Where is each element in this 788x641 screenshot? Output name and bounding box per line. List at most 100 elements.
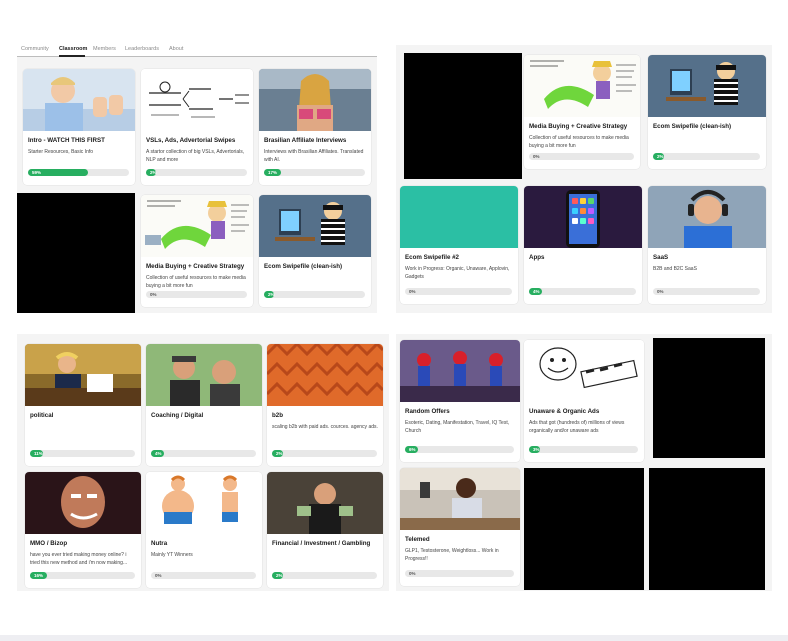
progress-bar: 0% [405, 288, 512, 295]
progress-label: 0% [150, 292, 157, 297]
course-card[interactable]: Ecom Swipefile #2 Work in Progress: Orga… [400, 186, 518, 304]
course-description: B2B and B2C SaaS [653, 266, 697, 272]
progress-label: 2% [268, 292, 275, 297]
progress-bar: 0% [405, 570, 514, 577]
redacted-block [17, 193, 135, 313]
course-description: have you ever tried making money online?… [30, 552, 128, 566]
progress-bar: 6% [405, 446, 514, 453]
tab-classroom[interactable]: Classroom [59, 46, 87, 52]
progress-label: 3% [533, 447, 540, 452]
progress-label: 2% [276, 573, 283, 578]
course-card[interactable]: Financial / Investment / Gambling 2% [267, 472, 383, 588]
progress-label: 0% [409, 289, 416, 294]
progress-label: 17% [268, 170, 278, 175]
classroom-panel-4: Random Offers Esoteric, Dating, Manifest… [396, 334, 772, 591]
course-title: political [30, 412, 54, 419]
tab-members[interactable]: Members [93, 46, 116, 52]
course-card[interactable]: Media Buying + Creative Strategy Collect… [524, 55, 640, 169]
course-title: Intro - WATCH THIS FIRST [28, 137, 105, 144]
progress-bar: 2% [272, 450, 377, 457]
progress-bar: 2% [146, 169, 247, 176]
course-card[interactable]: b2b scaling b2b with paid ads. cources. … [267, 344, 383, 466]
course-description: Work in Progress: Organic, Unaware, Appl… [405, 266, 510, 280]
course-thumbnail [267, 472, 383, 534]
progress-label: 6% [409, 447, 416, 452]
course-title: VSLs, Ads, Advertorial Swipes [146, 137, 236, 144]
progress-bar: 3% [529, 446, 638, 453]
course-title: Unaware & Organic Ads [529, 408, 600, 415]
course-thumbnail [648, 186, 766, 248]
course-thumbnail [524, 55, 640, 117]
course-card[interactable]: MMO / Bizop have you ever tried making m… [25, 472, 141, 588]
course-title: Ecom Swipefile (clean-ish) [653, 123, 732, 130]
tab-about[interactable]: About [169, 46, 183, 52]
classroom-panel-3: political 11% Coaching / Digital 4% b2b … [17, 334, 389, 591]
redacted-block [649, 468, 765, 590]
course-card[interactable]: Brasilian Affiliate Interviews Interview… [259, 69, 371, 185]
course-title: Media Buying + Creative Strategy [529, 123, 628, 130]
course-description: Esoteric, Dating, Manifestation, Travel,… [405, 420, 510, 434]
course-description: scaling b2b with paid ads. cources. agen… [272, 424, 378, 430]
course-thumbnail [141, 69, 253, 131]
redacted-block [404, 53, 522, 179]
course-title: Ecom Swipefile (clean-ish) [264, 263, 343, 270]
course-card[interactable]: VSLs, Ads, Advertorial Swipes A startor … [141, 69, 253, 185]
course-card[interactable]: Unaware & Organic Ads Ads that got (hund… [524, 340, 644, 462]
course-thumbnail [25, 344, 141, 406]
course-card[interactable]: political 11% [25, 344, 141, 466]
progress-bar: 0% [146, 291, 247, 298]
course-card[interactable]: Nutra Mainly YT Winners 0% [146, 472, 262, 588]
classroom-panel-1: Community Classroom Members Leaderboards… [17, 45, 377, 313]
course-title: b2b [272, 412, 284, 419]
course-card[interactable]: Coaching / Digital 4% [146, 344, 262, 466]
course-card[interactable]: Ecom Swipefile (clean-ish) 2% [259, 195, 371, 307]
classroom-panel-2: Media Buying + Creative Strategy Collect… [396, 45, 772, 313]
course-description: Collection of useful resources to make m… [529, 135, 629, 149]
course-description: A startor collection of big VSLs, Advert… [146, 149, 245, 163]
progress-label: 0% [155, 573, 162, 578]
course-thumbnail [146, 344, 262, 406]
progress-label: 0% [409, 571, 416, 576]
progress-bar: 2% [653, 153, 760, 160]
course-title: Coaching / Digital [151, 412, 204, 419]
active-tab-indicator [59, 55, 85, 57]
course-card[interactable]: Random Offers Esoteric, Dating, Manifest… [400, 340, 520, 462]
course-card[interactable]: Media Buying + Creative Strategy Collect… [141, 195, 253, 307]
course-description: Starter Resources, Basic Info [28, 149, 94, 155]
progress-bar: 2% [264, 291, 365, 298]
progress-label: 2% [657, 154, 664, 159]
course-card[interactable]: Apps 4% [524, 186, 642, 304]
course-title: Apps [529, 254, 545, 261]
course-thumbnail [23, 69, 135, 131]
course-thumbnail [259, 195, 371, 257]
progress-label: 11% [34, 451, 43, 456]
progress-label: 59% [32, 170, 42, 175]
course-thumbnail [648, 55, 766, 117]
tab-community[interactable]: Community [21, 46, 49, 52]
course-card[interactable]: Intro - WATCH THIS FIRST Starter Resourc… [23, 69, 135, 185]
course-thumbnail [400, 186, 518, 248]
course-thumbnail [524, 186, 642, 248]
progress-bar: 16% [30, 572, 135, 579]
course-thumbnail [267, 344, 383, 406]
redacted-block [524, 468, 644, 590]
progress-label: 16% [34, 573, 44, 578]
course-title: Media Buying + Creative Strategy [146, 263, 245, 270]
tab-leaderboards[interactable]: Leaderboards [125, 46, 159, 52]
course-description: Interviews with Brasilian Affiliates. Tr… [264, 149, 364, 163]
progress-bar: 17% [264, 169, 365, 176]
course-card[interactable]: SaaS B2B and B2C SaaS 0% [648, 186, 766, 304]
progress-bar: 0% [529, 153, 634, 160]
progress-label: 2% [276, 451, 283, 456]
progress-bar: 11% [30, 450, 135, 457]
nav-tabs: Community Classroom Members Leaderboards… [17, 45, 377, 57]
course-title: Ecom Swipefile #2 [405, 254, 459, 261]
course-card[interactable]: Telemed GLP1, Testosterone, Weightloss..… [400, 468, 520, 586]
course-title: Random Offers [405, 408, 450, 415]
progress-label: 0% [533, 154, 540, 159]
progress-bar: 0% [151, 572, 256, 579]
bottom-divider [0, 635, 788, 641]
course-thumbnail [146, 472, 262, 534]
course-thumbnail [25, 472, 141, 534]
course-card[interactable]: Ecom Swipefile (clean-ish) 2% [648, 55, 766, 169]
